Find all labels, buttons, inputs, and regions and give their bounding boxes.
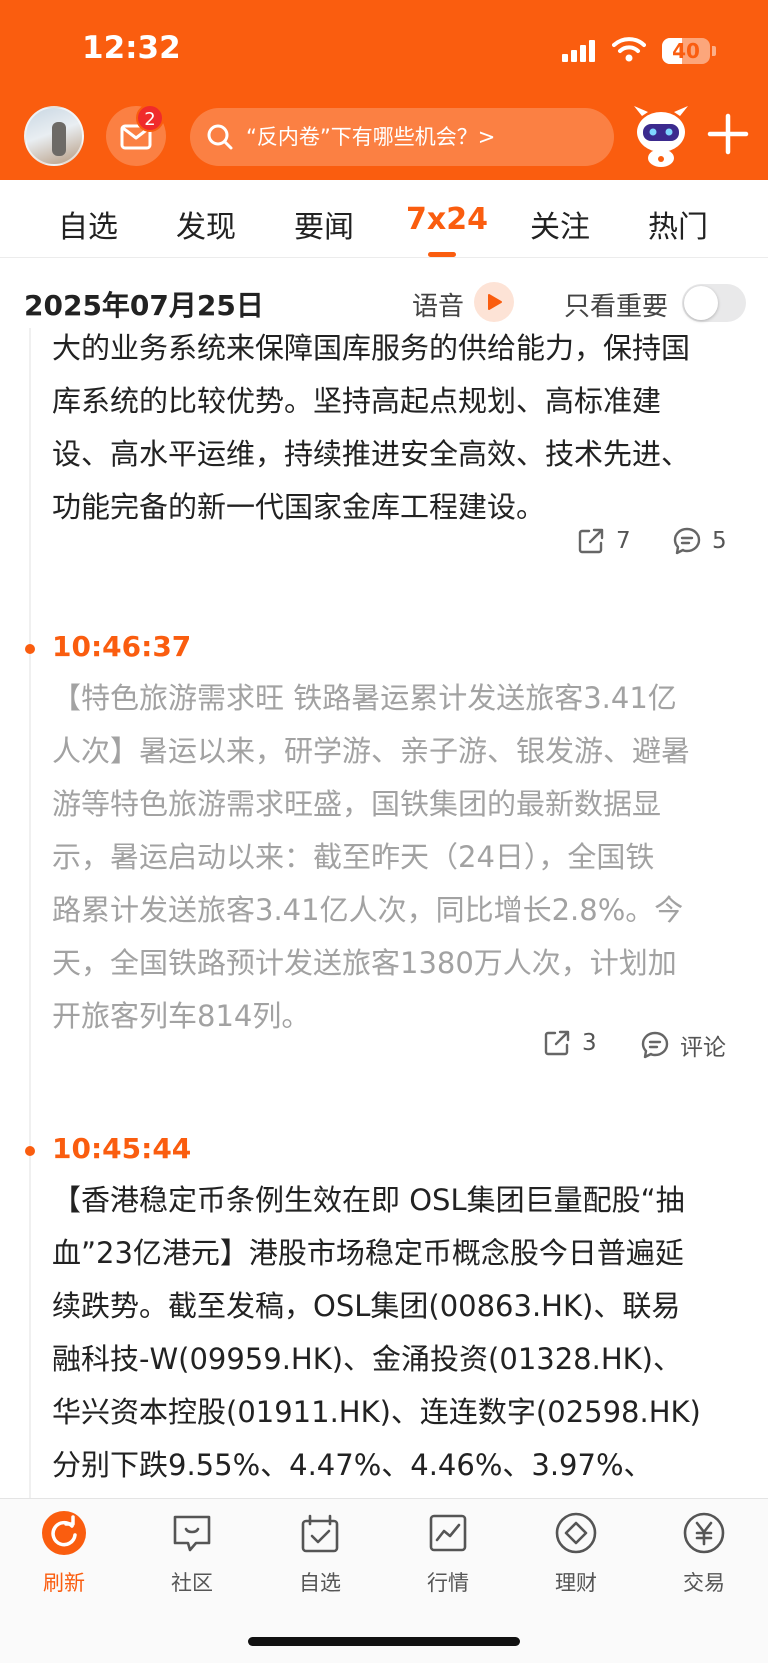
add-icon[interactable]	[706, 112, 750, 156]
app-header: 12:32 40 2 “反内卷”下有哪些机会？>	[0, 0, 768, 180]
robot-assistant-icon[interactable]	[628, 104, 694, 168]
body-line: 天，全国铁路预计发送旅客1380万人次，计划加	[52, 946, 677, 980]
share-icon	[544, 1030, 570, 1056]
wealth-icon	[555, 1512, 597, 1554]
feed-date: 2025年07月25日	[24, 289, 264, 322]
tab-7x24[interactable]: 7x24	[406, 202, 488, 237]
news-feed[interactable]: 大的业务系统来保障国库服务的供给能力，保持国 库系统的比较优势。坚持高起点规划、…	[0, 328, 768, 1498]
comment-icon	[641, 1031, 669, 1059]
community-icon	[173, 1515, 211, 1552]
nav-trade[interactable]: 交易	[654, 1511, 754, 1597]
comment-icon	[673, 527, 701, 555]
comment-button[interactable]: 5	[672, 526, 727, 556]
body-line: 示，暑运启动以来：截至昨天（24日），全国铁	[52, 840, 655, 874]
nav-label: 刷新	[43, 1571, 85, 1595]
top-tabs: 自选 发现 要闻 7x24 关注 热门	[0, 180, 768, 258]
nav-label: 交易	[683, 1571, 725, 1595]
date-bar: 2025年07月25日 语音 只看重要	[0, 278, 768, 328]
user-avatar[interactable]	[24, 106, 84, 166]
tab-trending[interactable]: 热门	[648, 202, 708, 246]
market-icon	[429, 1514, 467, 1552]
watchlist-icon	[301, 1514, 339, 1553]
nav-watchlist[interactable]: 自选	[270, 1511, 370, 1597]
nav-community[interactable]: 社区	[142, 1511, 242, 1597]
body-line: 融科技-W(09959.HK)、金涌投资(01328.HK)、	[52, 1342, 682, 1376]
bottom-nav: 刷新 社区 自选 行情 理财 交易	[0, 1498, 768, 1663]
comment-count: 评论	[680, 1035, 726, 1061]
body-line: 分别下跌9.55%、4.47%、4.46%、3.97%、	[52, 1448, 653, 1482]
voice-label[interactable]: 语音	[412, 286, 464, 323]
body-line: 库系统的比较优势。坚持高起点规划、高标准建	[52, 384, 662, 418]
important-only-label: 只看重要	[564, 292, 669, 322]
share-button[interactable]: 3	[542, 1028, 597, 1058]
nav-label: 自选	[299, 1571, 341, 1595]
tab-following[interactable]: 关注	[530, 202, 590, 246]
share-count: 3	[582, 1030, 597, 1056]
tab-discover[interactable]: 发现	[176, 202, 236, 246]
refresh-icon	[42, 1511, 86, 1555]
body-line: 路累计发送旅客3.41亿人次，同比增长2.8%。今	[52, 893, 684, 927]
comment-button[interactable]: 评论	[640, 1028, 726, 1062]
nav-wealth[interactable]: 理财	[526, 1511, 626, 1597]
tab-watchlist[interactable]: 自选	[58, 202, 118, 246]
tab-headlines[interactable]: 要闻	[294, 202, 354, 246]
timeline-dot	[25, 644, 35, 654]
nav-market[interactable]: 行情	[398, 1511, 498, 1597]
body-line: 血”23亿港元】港股市场稳定币概念股今日普遍延	[52, 1236, 684, 1270]
body-line: 游等特色旅游需求旺盛，国铁集团的最新数据显	[52, 787, 662, 821]
timeline-dot	[25, 1146, 35, 1156]
wifi-icon	[612, 37, 646, 62]
play-icon	[488, 294, 502, 310]
search-icon	[207, 124, 233, 150]
search-bar[interactable]: “反内卷”下有哪些机会？>	[190, 108, 614, 166]
body-line: 设、高水平运维，持续推进安全高效、技术先进、	[52, 437, 691, 471]
share-button[interactable]: 7	[576, 526, 631, 556]
news-time: 10:46:37	[52, 630, 192, 663]
share-count: 7	[616, 528, 631, 554]
search-placeholder: “反内卷”下有哪些机会？>	[246, 125, 496, 149]
news-item-body[interactable]: 【特色旅游需求旺 铁路暑运累计发送旅客3.41亿 人次】暑运以来，研学游、亲子游…	[52, 672, 752, 1043]
nav-label: 社区	[171, 1571, 213, 1595]
share-icon	[578, 528, 604, 554]
voice-play-button[interactable]	[474, 282, 514, 322]
body-line: 大的业务系统来保障国库服务的供给能力，保持国	[52, 331, 691, 365]
nav-refresh[interactable]: 刷新	[14, 1511, 114, 1597]
nav-label: 行情	[427, 1571, 469, 1595]
home-indicator[interactable]	[248, 1637, 520, 1646]
body-line: 【香港稳定币条例生效在即 OSL集团巨量配股“抽	[52, 1183, 685, 1217]
nav-label: 理财	[555, 1571, 597, 1595]
news-item-body[interactable]: 【香港稳定币条例生效在即 OSL集团巨量配股“抽 血”23亿港元】港股市场稳定币…	[52, 1174, 752, 1492]
news-item-body[interactable]: 大的业务系统来保障国库服务的供给能力，保持国 库系统的比较优势。坚持高起点规划、…	[52, 328, 752, 534]
body-line: 华兴资本控股(01911.HK)、连连数字(02598.HK)	[52, 1395, 701, 1429]
battery-icon: 40	[662, 38, 710, 64]
comment-count: 5	[712, 528, 727, 554]
timeline-line	[29, 328, 31, 1498]
body-line: 续跌势。截至发稿，OSL集团(00863.HK)、联易	[52, 1289, 681, 1323]
news-time: 10:45:44	[52, 1132, 192, 1165]
cellular-signal-icon	[562, 40, 596, 62]
unread-badge: 2	[136, 104, 164, 132]
status-time: 12:32	[82, 30, 181, 66]
active-tab-indicator	[428, 252, 456, 257]
body-line: 【特色旅游需求旺 铁路暑运累计发送旅客3.41亿	[52, 681, 677, 715]
trade-icon	[683, 1512, 725, 1554]
body-line: 人次】暑运以来，研学游、亲子游、银发游、避暑	[52, 734, 691, 768]
important-only-toggle[interactable]	[682, 284, 746, 322]
battery-level: 40	[672, 39, 700, 63]
body-line: 功能完备的新一代国家金库工程建设。	[52, 490, 546, 524]
